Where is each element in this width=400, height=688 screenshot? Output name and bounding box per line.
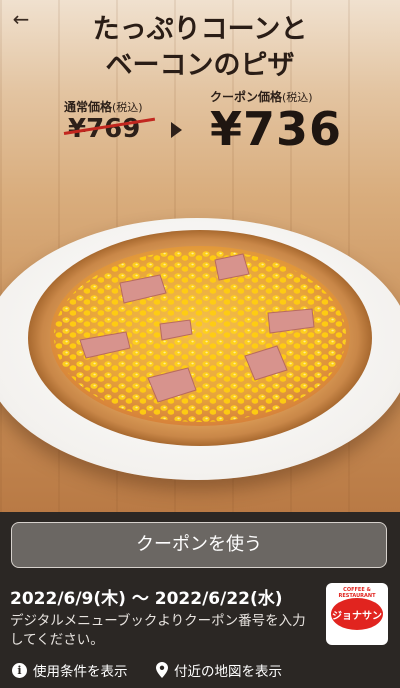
restaurant-logo: COFFEE & RESTAURANT ジョナサン [326, 583, 388, 645]
product-title: たっぷりコーンと ベーコンのピザ [60, 12, 340, 84]
product-hero: ← たっぷりコーンと ベーコンのピザ 通常価格(税込) ¥769 クーポン価格(… [0, 0, 400, 512]
coupon-period: 2022/6/9(木) 〜 2022/6/22(水) [10, 589, 283, 609]
map-pin-icon [156, 662, 168, 678]
product-title-line1: たっぷりコーンと [92, 14, 308, 45]
logo-oval: ジョナサン [331, 598, 383, 630]
terms-link[interactable]: i 使用条件を表示 [12, 660, 128, 680]
regular-price-label: 通常価格(税込) [64, 98, 143, 115]
terms-link-label: 使用条件を表示 [33, 664, 128, 680]
map-link[interactable]: 付近の地図を表示 [156, 660, 282, 680]
coupon-note: デジタルメニューブックよりクーポン番号を入力してください。 [10, 613, 306, 648]
pizza-image [28, 230, 372, 446]
regular-price-label-text: 通常価格 [64, 100, 113, 114]
product-title-line2: ベーコンのピザ [105, 50, 295, 81]
coupon-panel: クーポンを使う 2022/6/9(木) 〜 2022/6/22(水) デジタルメ… [0, 512, 400, 688]
logo-text: ジョナサン [332, 610, 382, 622]
regular-price-tax: (税込) [112, 101, 143, 114]
map-link-label: 付近の地図を表示 [174, 664, 282, 680]
footer-links: i 使用条件を表示 付近の地図を表示 [10, 660, 390, 680]
use-coupon-button[interactable]: クーポンを使う [11, 522, 387, 568]
coupon-price: ¥736 [210, 102, 343, 156]
arrow-right-icon [171, 122, 182, 138]
arrow-left-icon[interactable]: ← [10, 8, 32, 30]
info-icon: i [12, 662, 27, 678]
